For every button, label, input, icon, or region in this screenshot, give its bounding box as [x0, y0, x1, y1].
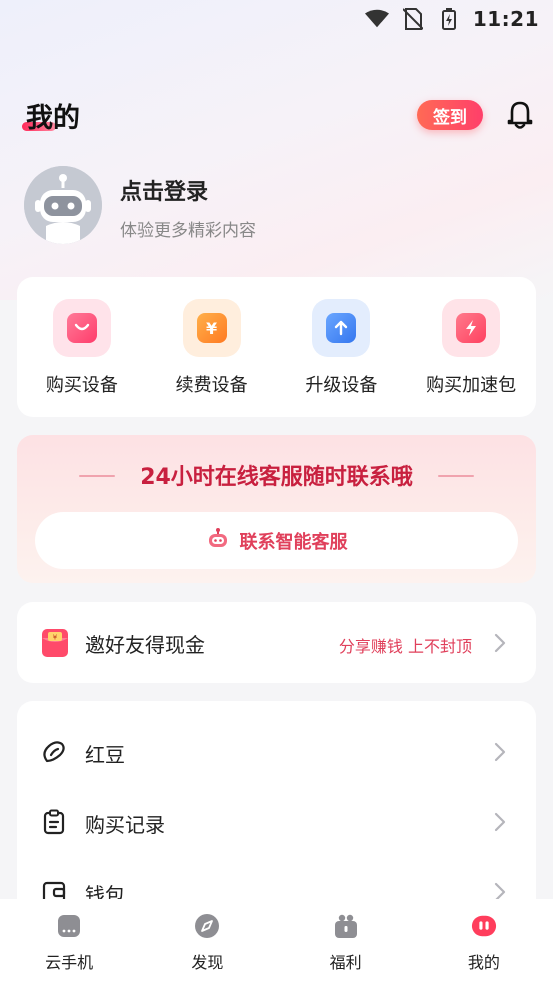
buy-device-button[interactable]: 购买设备: [22, 299, 142, 417]
invite-label: 邀好友得现金: [85, 633, 205, 657]
list-item-label: 红豆: [85, 743, 125, 767]
svg-text:¥: ¥: [53, 634, 58, 642]
bottom-tab-bar: 云手机 发现 福利 我的: [0, 899, 553, 983]
tab-discover[interactable]: 发现: [157, 913, 257, 973]
tab-label: 我的: [467, 953, 500, 972]
customer-service-banner: 24小时在线客服随时联系哦 联系智能客服: [17, 435, 536, 583]
gift-icon: [333, 913, 359, 939]
avatar[interactable]: [24, 166, 102, 244]
buy-boost-pack-button[interactable]: 购买加速包: [411, 299, 531, 417]
invite-promo: 分享赚钱 上不封顶: [338, 637, 472, 656]
no-sim-icon: [401, 8, 425, 30]
contact-service-button[interactable]: 联系智能客服: [35, 512, 518, 569]
clock: 11:21: [472, 7, 539, 31]
red-envelope-icon: ¥: [41, 628, 69, 658]
shopping-bag-icon: [52, 299, 111, 357]
checkin-button[interactable]: 签到: [417, 100, 483, 130]
chevron-right-icon: [494, 742, 506, 762]
login-title[interactable]: 点击登录: [120, 174, 208, 206]
quick-actions-card: 购买设备 ¥ 续费设备 升级设备 购买加速包: [17, 277, 536, 417]
renew-device-button[interactable]: ¥ 续费设备: [152, 299, 272, 417]
tab-cloud-phone[interactable]: 云手机: [19, 913, 119, 973]
status-bar: 11:21: [0, 0, 553, 38]
profile-section[interactable]: 点击登录 体验更多精彩内容: [24, 166, 529, 244]
list-item-label: 购买记录: [85, 813, 165, 837]
chevron-right-icon: [494, 812, 506, 832]
profile-icon: [471, 913, 497, 939]
tab-label: 发现: [191, 953, 224, 972]
bean-icon: [41, 739, 67, 765]
bell-icon[interactable]: [505, 98, 535, 130]
robot-icon: [206, 527, 230, 555]
battery-charging-icon: [437, 8, 461, 30]
action-label: 购买设备: [45, 375, 118, 396]
chevron-right-icon: [494, 633, 506, 653]
list-item-red-beans[interactable]: 红豆: [17, 717, 536, 787]
login-subtitle: 体验更多精彩内容: [120, 221, 256, 241]
action-label: 续费设备: [175, 375, 248, 396]
tab-benefits[interactable]: 福利: [296, 913, 396, 973]
tab-mine[interactable]: 我的: [434, 913, 534, 973]
cloud-phone-icon: [56, 913, 82, 939]
action-label: 升级设备: [305, 375, 378, 396]
compass-icon: [194, 913, 220, 939]
page-header: 我的 签到: [22, 96, 535, 136]
page-title: 我的: [26, 103, 80, 134]
tab-label: 云手机: [45, 953, 94, 972]
tab-label: 福利: [329, 953, 362, 972]
contact-service-label: 联系智能客服: [239, 531, 348, 553]
service-title: 24小时在线客服随时联系哦: [140, 465, 413, 490]
header-background: [0, 0, 553, 300]
lightning-icon: [442, 299, 501, 357]
upgrade-arrow-icon: [312, 299, 371, 357]
wifi-icon: [364, 8, 389, 30]
invite-friends-row[interactable]: ¥ 邀好友得现金 分享赚钱 上不封顶: [17, 602, 536, 683]
yuan-icon: ¥: [182, 299, 241, 357]
upgrade-device-button[interactable]: 升级设备: [281, 299, 401, 417]
action-label: 购买加速包: [426, 375, 517, 396]
clipboard-icon: [41, 809, 67, 835]
list-item-purchase-history[interactable]: 购买记录: [17, 787, 536, 857]
